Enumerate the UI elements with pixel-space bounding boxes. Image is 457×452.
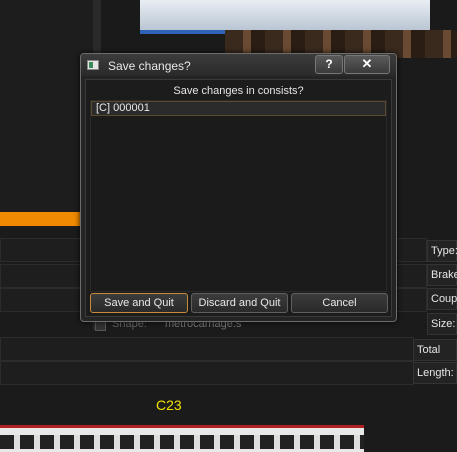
length-label: Length: bbox=[413, 362, 457, 384]
save-and-quit-button[interactable]: Save and Quit bbox=[90, 293, 188, 313]
car-label: C23 bbox=[156, 397, 182, 413]
property-row-length bbox=[0, 361, 414, 385]
cancel-button[interactable]: Cancel bbox=[291, 293, 388, 313]
save-changes-dialog: Save changes? ? ✕ Save changes in consis… bbox=[80, 53, 397, 322]
type-label: Type: bbox=[427, 240, 457, 262]
train-car-preview bbox=[140, 0, 430, 34]
help-button[interactable]: ? bbox=[315, 55, 343, 74]
changed-consists-list[interactable]: [C] 000001 bbox=[90, 100, 387, 292]
coupling-label: Coupl bbox=[427, 288, 457, 310]
brake-label: Brake bbox=[427, 264, 457, 286]
list-item[interactable]: [C] 000001 bbox=[91, 101, 386, 116]
close-button[interactable]: ✕ bbox=[344, 55, 390, 74]
selection-highlight-bar bbox=[0, 212, 84, 226]
dialog-titlebar[interactable]: Save changes? ? ✕ bbox=[81, 54, 396, 76]
dialog-body: Save changes in consists? [C] 000001 Sav… bbox=[85, 79, 392, 317]
app-icon bbox=[87, 60, 99, 70]
property-row-total-mass bbox=[0, 337, 414, 361]
size-label: Size: bbox=[427, 313, 457, 335]
bottom-train-windows bbox=[0, 435, 364, 449]
dialog-title: Save changes? bbox=[108, 59, 191, 73]
dialog-message: Save changes in consists? bbox=[173, 85, 304, 97]
discard-and-quit-button[interactable]: Discard and Quit bbox=[191, 293, 288, 313]
total-mass-label: Total Ma bbox=[413, 339, 457, 376]
